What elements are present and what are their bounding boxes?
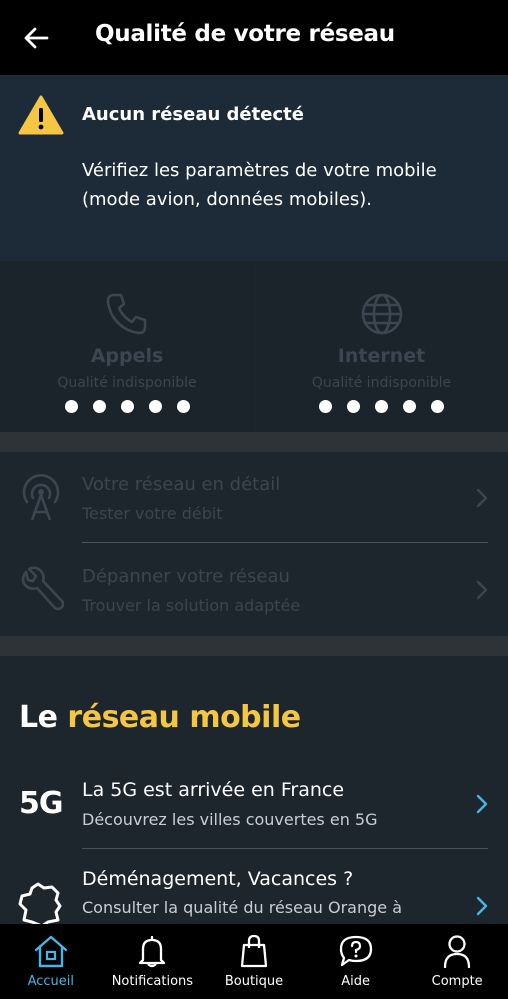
warning-icon: [18, 95, 64, 135]
alert-message: Vérifiez les paramètres de votre mobile …: [82, 160, 437, 210]
list-item-subtitle: Consulter la qualité du réseau Orange à: [82, 898, 403, 917]
calls-quality-dots: [0, 400, 254, 413]
quality-dot: [375, 400, 388, 413]
antenna-icon: [22, 474, 60, 521]
alert-title: Aucun réseau détecté: [82, 104, 304, 125]
quality-dot: [64, 400, 78, 413]
wrench-icon: [21, 566, 64, 611]
section-separator: [0, 432, 508, 452]
calls-title: Appels: [90, 345, 164, 367]
shopping-bag-icon: [240, 934, 268, 968]
user-icon: [444, 935, 471, 968]
network-quality-panel: Appels Qualité indisponible Internet Qua…: [0, 261, 508, 432]
quality-dot: [148, 400, 162, 413]
france-map-icon: [18, 882, 62, 924]
quality-dot: [319, 400, 332, 413]
tab-boutique[interactable]: Boutique: [203, 924, 305, 999]
list-item-title: Déménagement, Vacances ?: [82, 868, 354, 890]
internet-quality: Internet Qualité indisponible: [254, 261, 508, 432]
internet-title: Internet: [337, 345, 426, 367]
calls-subtitle: Qualité indisponible: [57, 375, 197, 391]
menu-item-subtitle: Trouver la solution adaptée: [82, 596, 301, 615]
quality-dot: [431, 400, 444, 413]
tab-notifications[interactable]: Notifications: [102, 924, 204, 999]
tab-label: Accueil: [27, 974, 74, 989]
list-item-5g[interactable]: 5G La 5G est arrivée en France Découvrez…: [0, 770, 508, 850]
5g-badge: 5G: [19, 786, 63, 821]
app-header: Qualité de votre réseau: [0, 0, 508, 75]
phone-icon: [106, 293, 147, 335]
tab-label: Compte: [431, 974, 483, 989]
quality-dot: [92, 400, 106, 413]
chevron-right-icon: [476, 896, 488, 916]
help-bubble-icon: [339, 935, 372, 967]
tab-label: Aide: [341, 974, 370, 989]
back-button[interactable]: [14, 18, 58, 58]
home-icon: [34, 935, 67, 968]
quality-dot: [403, 400, 416, 413]
globe-icon: [361, 293, 402, 335]
tab-compte[interactable]: Compte: [406, 924, 508, 999]
menu-item-title: Dépanner votre réseau: [82, 566, 290, 587]
internet-subtitle: Qualité indisponible: [311, 375, 452, 391]
list-item-coverage[interactable]: Déménagement, Vacances ? Consulter la qu…: [0, 858, 508, 924]
bell-icon: [139, 935, 166, 968]
section-title-accent: réseau mobile: [67, 700, 301, 735]
menu-item-title: Votre réseau en détail: [82, 474, 281, 495]
tab-label: Boutique: [224, 974, 284, 989]
quality-dot: [347, 400, 360, 413]
section-title-prefix: Le: [19, 700, 68, 735]
chevron-right-icon: [476, 794, 488, 814]
tab-accueil[interactable]: Accueil: [0, 924, 102, 999]
tab-aide[interactable]: Aide: [305, 924, 407, 999]
menu-item-subtitle: Tester votre débit: [82, 504, 223, 523]
quality-dot: [120, 400, 134, 413]
quality-dot: [176, 400, 190, 413]
bottom-tab-bar: Accueil Notifications Boutique Aide Comp…: [0, 924, 508, 999]
divider: [82, 848, 488, 849]
section-title: Le réseau mobile: [19, 700, 301, 735]
chevron-right-icon: [476, 488, 488, 508]
menu-item-troubleshoot[interactable]: Dépanner votre réseau Trouver la solutio…: [0, 544, 508, 636]
chevron-right-icon: [476, 580, 488, 600]
tab-label: Notifications: [111, 974, 194, 989]
divider: [82, 542, 488, 543]
section-separator: [0, 636, 508, 656]
list-item-title: La 5G est arrivée en France: [82, 779, 345, 801]
internet-quality-dots: [255, 400, 508, 413]
network-menu: Votre réseau en détail Tester votre débi…: [0, 452, 508, 636]
menu-item-network-detail[interactable]: Votre réseau en détail Tester votre débi…: [0, 452, 508, 544]
back-arrow-icon: [24, 27, 49, 49]
calls-quality: Appels Qualité indisponible: [0, 261, 254, 432]
list-item-subtitle: Découvrez les villes couvertes en 5G: [82, 810, 378, 829]
page-title: Qualité de votre réseau: [95, 21, 395, 47]
